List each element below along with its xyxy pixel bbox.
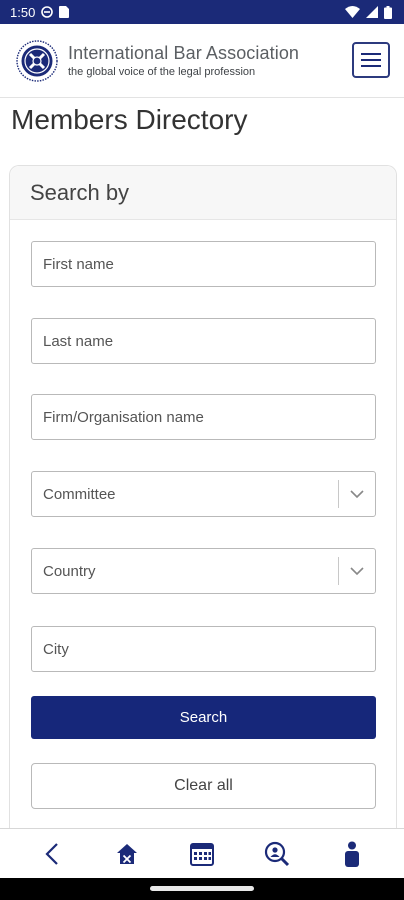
brand: International Bar Association the global… (68, 43, 299, 79)
chevron-down-icon[interactable] (339, 489, 375, 499)
search-card: Search by Committee Country Search Clear… (9, 165, 397, 835)
firm-field[interactable] (31, 394, 376, 440)
country-select-label: Country (43, 562, 96, 580)
search-people-icon[interactable] (257, 834, 297, 874)
status-bar: 1:50 (0, 0, 404, 24)
sim-card-icon (59, 6, 70, 18)
status-right (345, 5, 392, 19)
person-icon[interactable] (332, 834, 372, 874)
committee-select[interactable]: Committee (31, 471, 376, 517)
status-time: 1:50 (10, 4, 36, 20)
last-name-field[interactable] (31, 318, 376, 364)
search-card-title: Search by (30, 179, 130, 205)
home-icon[interactable] (107, 834, 147, 874)
battery-icon (384, 5, 392, 19)
brand-name: International Bar Association (68, 42, 300, 63)
bottom-nav (0, 828, 404, 878)
menu-button[interactable] (352, 42, 390, 78)
page-title: Members Directory (11, 104, 248, 135)
brand-tagline: the global voice of the legal profession (68, 65, 256, 78)
committee-select-label: Committee (43, 485, 116, 503)
system-nav-bar (0, 878, 404, 900)
firm-input[interactable] (32, 395, 375, 439)
calendar-icon[interactable] (182, 834, 222, 874)
dnd-icon (41, 6, 54, 18)
hamburger-menu-icon (361, 53, 381, 55)
search-card-header: Search by (10, 166, 396, 220)
status-left: 1:50 (10, 4, 70, 20)
clear-all-button[interactable]: Clear all (31, 763, 376, 809)
chevron-down-icon[interactable] (339, 566, 375, 576)
wifi-icon (345, 6, 360, 18)
first-name-field[interactable] (31, 241, 376, 287)
home-gesture-pill[interactable] (150, 886, 254, 891)
app-header: International Bar Association the global… (0, 24, 404, 98)
city-input[interactable] (32, 627, 375, 671)
city-field[interactable] (31, 626, 376, 672)
iba-logo-icon[interactable] (16, 39, 58, 82)
search-button[interactable]: Search (31, 696, 376, 739)
signal-icon (366, 6, 378, 18)
last-name-input[interactable] (32, 319, 375, 363)
first-name-input[interactable] (32, 242, 375, 286)
country-select[interactable]: Country (31, 548, 376, 594)
back-chevron-icon[interactable] (32, 834, 72, 874)
